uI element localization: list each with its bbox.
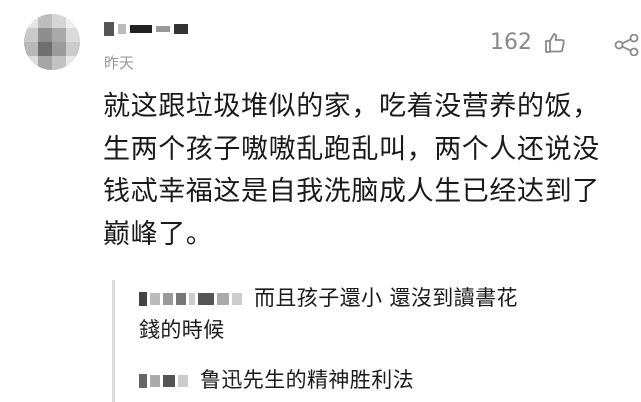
reply-item[interactable]: 鲁迅先生的精神胜利法 <box>139 364 414 396</box>
reply-text: 錢的時候 <box>139 318 225 342</box>
thumb-up-icon[interactable] <box>543 31 567 55</box>
reply-username-redacted[interactable] <box>139 374 188 388</box>
reply-text: 而且孩子還小 還沒到讀書花 <box>254 286 518 310</box>
username-redacted[interactable] <box>104 16 194 42</box>
comment-line: 生两个孩子嗷嗷乱跑乱叫，两个人还说没 <box>103 133 600 165</box>
comment-body: 就这跟垃圾堆似的家，吃着没营养的饭， 生两个孩子嗷嗷乱跑乱叫，两个人还说没 钱忒… <box>103 86 633 256</box>
comment-line: 巅峰了。 <box>103 218 214 250</box>
reply-item[interactable]: 而且孩子還小 還沒到讀書花 錢的時候 <box>139 282 639 346</box>
reply-text: 鲁迅先生的精神胜利法 <box>200 368 414 392</box>
avatar[interactable] <box>24 14 80 70</box>
like-count: 162 <box>490 30 532 55</box>
reply-thread[interactable]: 而且孩子還小 還沒到讀書花 錢的時候 鲁迅先生的精神胜利法 <box>112 280 641 402</box>
reply-username-redacted[interactable] <box>139 292 242 306</box>
comment-timestamp: 昨天 <box>104 54 135 72</box>
comment-line: 就这跟垃圾堆似的家，吃着没营养的饭， <box>103 91 600 122</box>
comment-line: 钱忒幸福这是自我洗脑成人生已经达到了 <box>103 176 600 207</box>
share-icon[interactable] <box>614 34 640 56</box>
